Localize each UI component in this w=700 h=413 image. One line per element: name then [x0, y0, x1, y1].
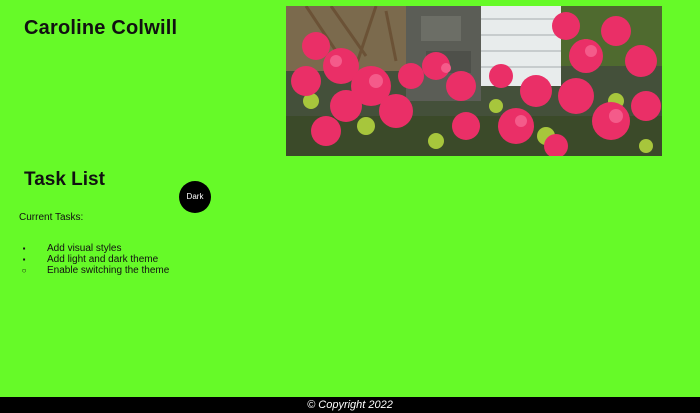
task-item: ▪ Add visual styles	[19, 243, 169, 254]
page: Caroline Colwill Task List Dark Current …	[0, 0, 700, 413]
task-item: ▪ Add light and dark theme	[19, 254, 169, 265]
theme-toggle-button[interactable]: Dark	[179, 181, 211, 213]
task-list: ▪ Add visual styles ▪ Add light and dark…	[19, 243, 170, 276]
copyright-text: © Copyright 2022	[307, 399, 393, 411]
square-bullet-icon: ▪	[22, 255, 26, 264]
task-text: Add light and dark theme	[47, 254, 159, 265]
current-tasks-label: Current Tasks:	[19, 212, 84, 223]
square-bullet-icon: ▪	[22, 244, 26, 253]
task-list-title: Task List	[24, 169, 105, 190]
task-text: Enable switching the theme	[47, 265, 170, 276]
task-item: ○ Enable switching the theme	[19, 265, 170, 276]
footer: © Copyright 2022	[0, 397, 700, 413]
site-name: Caroline Colwill	[24, 17, 178, 39]
hero-image	[286, 6, 662, 156]
task-text: Add visual styles	[47, 243, 122, 254]
circle-bullet-icon: ○	[21, 266, 27, 275]
